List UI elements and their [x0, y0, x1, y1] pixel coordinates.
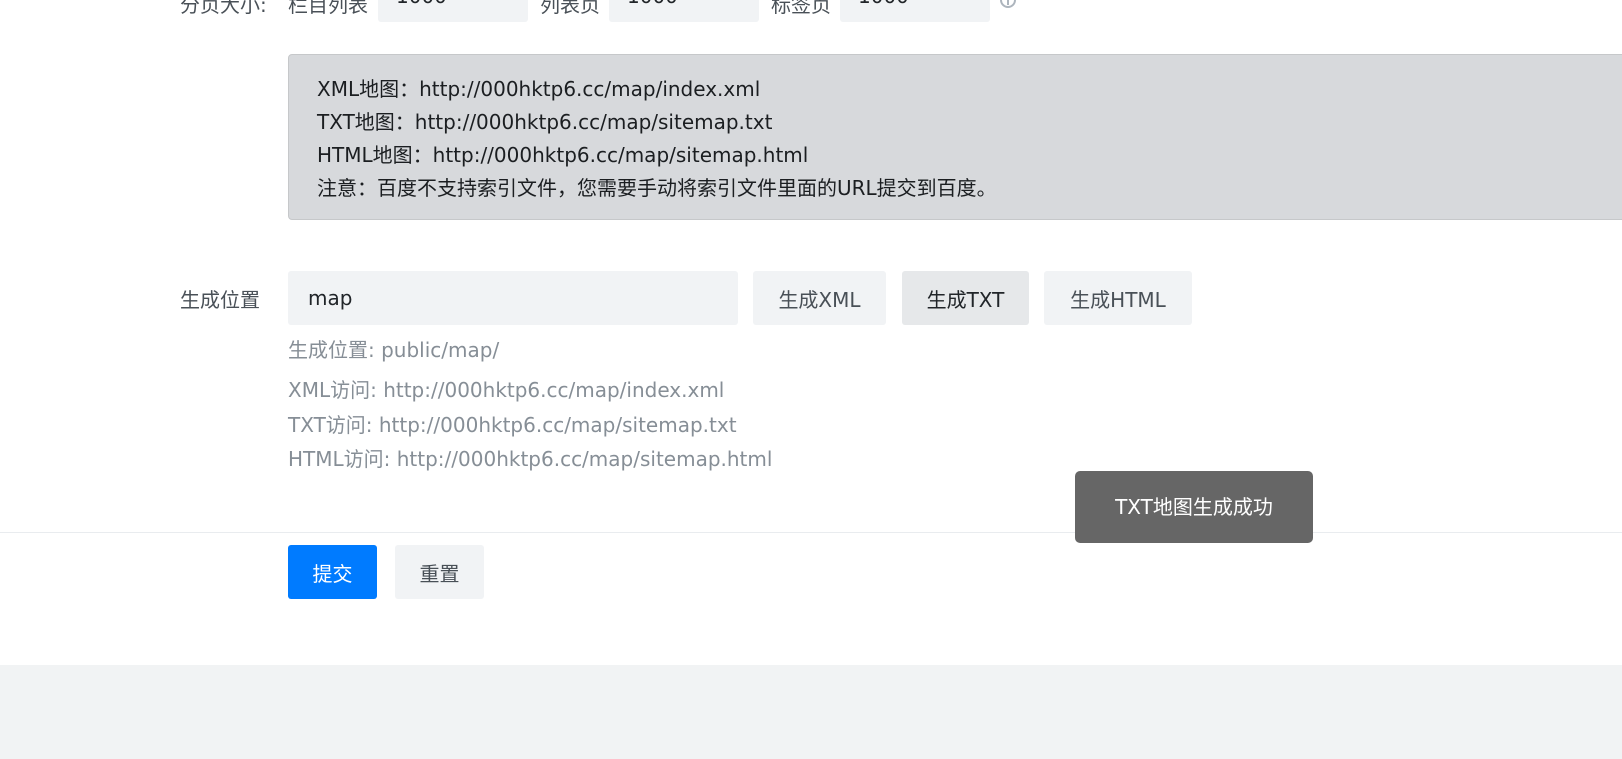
list-page-input[interactable]: 1000	[609, 0, 759, 22]
xml-access-help: XML访问: http://000hktp6.cc/map/index.xml	[288, 378, 725, 402]
page-background-footer	[0, 665, 1622, 759]
page: 分页大小: 栏目列表 1000 列表页 1000 标签页 1000 XML地图：…	[0, 0, 1622, 759]
html-access-help: HTML访问: http://000hktp6.cc/map/sitemap.h…	[288, 447, 773, 471]
tag-page-label: 标签页	[771, 0, 831, 17]
column-list-input[interactable]: 1000	[378, 0, 528, 22]
html-map-line: HTML地图：http://000hktp6.cc/map/sitemap.ht…	[317, 143, 809, 167]
info-circle-icon[interactable]	[1000, 0, 1016, 8]
success-toast: TXT地图生成成功	[1075, 471, 1313, 543]
reset-button[interactable]: 重置	[395, 545, 484, 599]
column-list-label: 栏目列表	[288, 0, 368, 17]
location-input[interactable]	[288, 271, 738, 325]
txt-map-line: TXT地图：http://000hktp6.cc/map/sitemap.txt	[317, 110, 773, 134]
location-help: 生成位置: public/map/	[288, 338, 500, 362]
form-divider	[0, 532, 1622, 533]
submit-button[interactable]: 提交	[288, 545, 377, 599]
generate-html-button[interactable]: 生成HTML	[1044, 271, 1192, 325]
location-label: 生成位置	[180, 288, 260, 312]
pagination-label: 分页大小:	[180, 0, 267, 17]
txt-access-help: TXT访问: http://000hktp6.cc/map/sitemap.tx…	[288, 413, 737, 437]
list-page-label: 列表页	[540, 0, 600, 17]
sitemap-info-box: XML地图：http://000hktp6.cc/map/index.xml T…	[288, 54, 1622, 220]
baidu-notice-line: 注意：百度不支持索引文件，您需要手动将索引文件里面的URL提交到百度。	[317, 176, 997, 200]
generate-txt-button[interactable]: 生成TXT	[902, 271, 1029, 325]
form-card: 分页大小: 栏目列表 1000 列表页 1000 标签页 1000 XML地图：…	[0, 0, 1622, 665]
xml-map-line: XML地图：http://000hktp6.cc/map/index.xml	[317, 77, 761, 101]
tag-page-input[interactable]: 1000	[840, 0, 990, 22]
generate-xml-button[interactable]: 生成XML	[753, 271, 886, 325]
